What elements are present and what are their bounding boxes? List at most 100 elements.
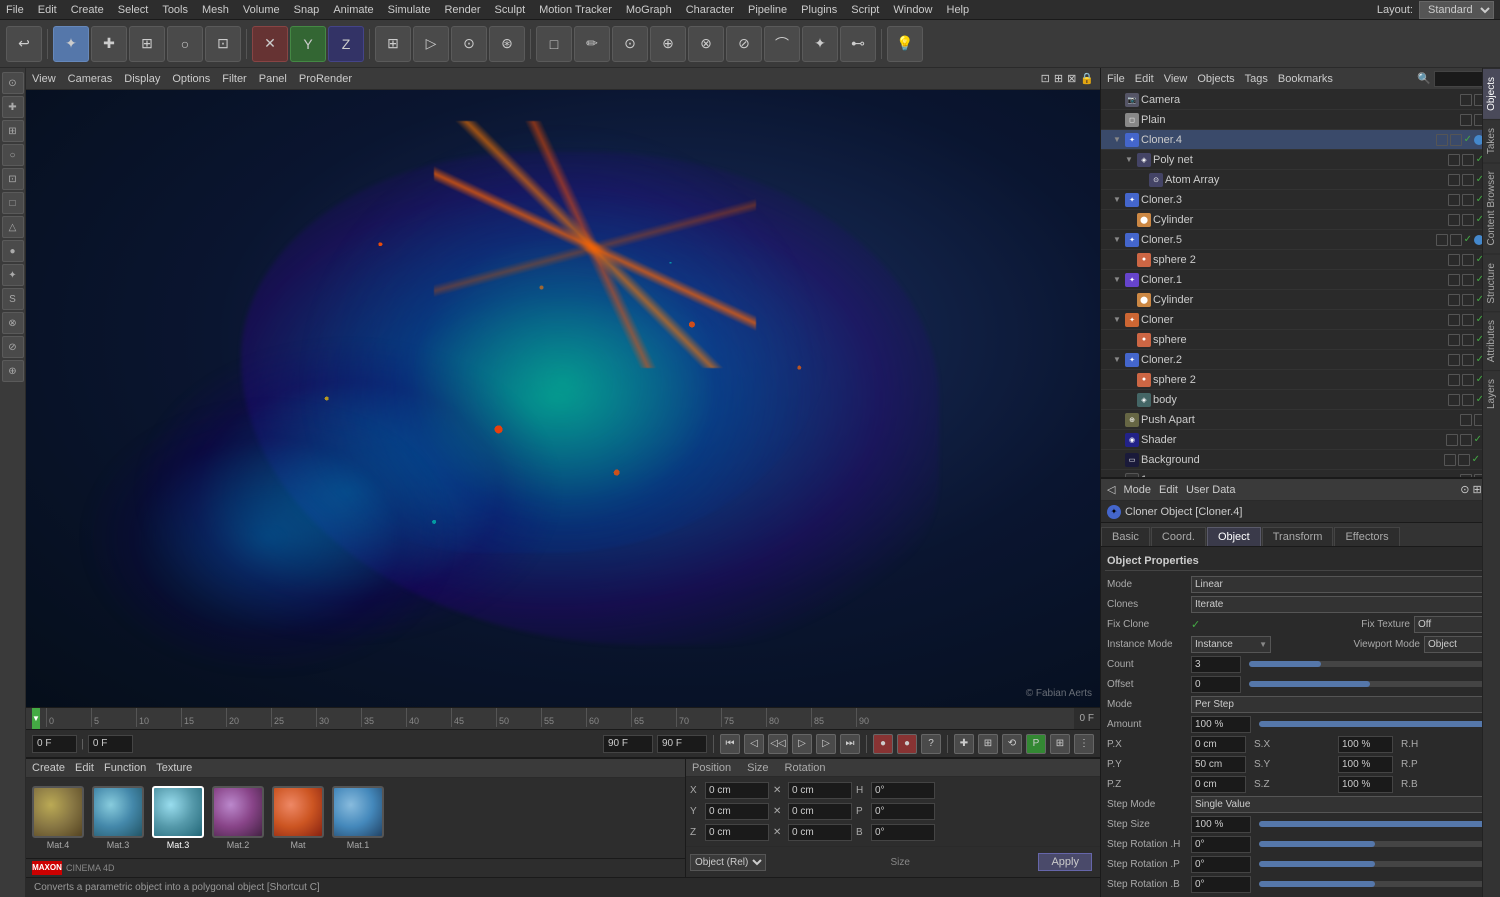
- props-menu-edit[interactable]: Edit: [1159, 484, 1178, 496]
- obj-arrow[interactable]: ▼: [1111, 195, 1123, 204]
- obj-row-sphere2a[interactable]: ● sphere 2 ✓: [1101, 250, 1500, 270]
- prop-steprotb-input[interactable]: [1191, 876, 1251, 893]
- size-y-input[interactable]: [788, 803, 852, 820]
- mat-menu-texture[interactable]: Texture: [156, 762, 192, 774]
- more-button[interactable]: ⋮: [1074, 734, 1094, 754]
- menu-create[interactable]: Create: [71, 4, 104, 16]
- right-tab-objects[interactable]: Objects: [1483, 68, 1500, 119]
- obj-row-cloner3[interactable]: ▼ ✦ Cloner.3 ✓: [1101, 190, 1500, 210]
- prop-stepmode-dropdown[interactable]: Single Value ▼: [1191, 796, 1494, 813]
- vp-lock-icon[interactable]: 🔒: [1080, 72, 1094, 85]
- om-menu-view[interactable]: View: [1164, 73, 1188, 85]
- spline-tool[interactable]: ⌒: [764, 26, 800, 62]
- vis-icon[interactable]: [1448, 174, 1460, 186]
- prop-px-input[interactable]: [1191, 736, 1246, 753]
- props-tab-transform[interactable]: Transform: [1262, 527, 1334, 546]
- sidebar-tool7[interactable]: ⊗: [2, 312, 24, 334]
- prop-instancemode-dropdown[interactable]: Instance ▼: [1191, 636, 1271, 653]
- render-view-button[interactable]: ⊞: [375, 26, 411, 62]
- menu-pipeline[interactable]: Pipeline: [748, 4, 787, 16]
- material-item-mat[interactable]: Mat: [272, 786, 324, 850]
- undo-button[interactable]: ↩: [6, 26, 42, 62]
- sidebar-tool8[interactable]: ⊘: [2, 336, 24, 358]
- om-menu-file[interactable]: File: [1107, 73, 1125, 85]
- om-menu-edit[interactable]: Edit: [1135, 73, 1154, 85]
- prop-steprotp-slider[interactable]: [1259, 861, 1490, 867]
- vis-icon[interactable]: [1448, 154, 1460, 166]
- current-frame-input[interactable]: [32, 735, 77, 753]
- vp-snap-icon[interactable]: ⊡: [1041, 72, 1050, 85]
- viewport-tab-filter[interactable]: Filter: [222, 73, 246, 85]
- viewport-tab-display[interactable]: Display: [124, 73, 160, 85]
- right-tab-attributes[interactable]: Attributes: [1483, 311, 1500, 370]
- menu-render[interactable]: Render: [444, 4, 480, 16]
- displace-tool[interactable]: ⊗: [688, 26, 724, 62]
- x-axis-button[interactable]: ✕: [252, 26, 288, 62]
- transform-x-input[interactable]: [705, 782, 769, 799]
- auto-key-button[interactable]: ?: [921, 734, 941, 754]
- om-menu-objects[interactable]: Objects: [1197, 73, 1234, 85]
- prop-pz-input[interactable]: [1191, 776, 1246, 793]
- prop-mode2-dropdown[interactable]: Per Step ▼: [1191, 696, 1494, 713]
- menu-window[interactable]: Window: [893, 4, 932, 16]
- right-tab-contentbrowser[interactable]: Content Browser: [1483, 162, 1500, 253]
- size-z-input[interactable]: [788, 824, 852, 841]
- prev-frame-button[interactable]: ◁: [744, 734, 764, 754]
- y-axis-button[interactable]: Y: [290, 26, 326, 62]
- menu-simulate[interactable]: Simulate: [388, 4, 431, 16]
- vis-icon[interactable]: [1448, 314, 1460, 326]
- obj-row-cloner4[interactable]: ▼ ✦ Cloner.4 ✓: [1101, 130, 1500, 150]
- prop-count-slider[interactable]: [1249, 661, 1490, 667]
- vp-layout-icon[interactable]: ⊞: [1054, 72, 1063, 85]
- layout-dropdown[interactable]: Standard: [1419, 1, 1494, 19]
- viewport-tab-options[interactable]: Options: [172, 73, 210, 85]
- prop-sy-input[interactable]: [1338, 756, 1393, 773]
- check-icon[interactable]: ✓: [1474, 434, 1482, 445]
- prop-fixclone-check[interactable]: ✓: [1191, 618, 1200, 631]
- right-tab-takes[interactable]: Takes: [1483, 119, 1500, 162]
- transform-tool-button[interactable]: ⊡: [205, 26, 241, 62]
- obj-row-cloner5[interactable]: ▼ ✦ Cloner.5 ✓: [1101, 230, 1500, 250]
- menu-motiontracker[interactable]: Motion Tracker: [539, 4, 612, 16]
- render-icon[interactable]: [1462, 254, 1474, 266]
- cube-tool[interactable]: □: [536, 26, 572, 62]
- om-menu-tags[interactable]: Tags: [1245, 73, 1268, 85]
- boolean-tool[interactable]: ⊘: [726, 26, 762, 62]
- size-x-input[interactable]: [788, 782, 852, 799]
- render-icon[interactable]: [1462, 274, 1474, 286]
- clone-tool[interactable]: ⊙: [612, 26, 648, 62]
- sidebar-tool1[interactable]: ⊡: [2, 168, 24, 190]
- om-menu-bookmarks[interactable]: Bookmarks: [1278, 73, 1333, 85]
- check-icon[interactable]: ✓: [1464, 134, 1472, 145]
- material-item-mat2[interactable]: Mat.2: [212, 786, 264, 850]
- rot-p-input[interactable]: [871, 803, 935, 820]
- prop-clones-dropdown[interactable]: Iterate ▼: [1191, 596, 1494, 613]
- obj-row-sphere2b[interactable]: ● sphere 2 ✓: [1101, 370, 1500, 390]
- render-icon[interactable]: [1462, 374, 1474, 386]
- vis-icon[interactable]: [1460, 414, 1472, 426]
- frame-end-input[interactable]: [603, 735, 653, 753]
- rot-b-input[interactable]: [871, 824, 935, 841]
- viewport-tab-prorender[interactable]: ProRender: [299, 73, 352, 85]
- vis-icon[interactable]: [1460, 114, 1472, 126]
- sidebar-tool5[interactable]: ✦: [2, 264, 24, 286]
- menu-tools[interactable]: Tools: [162, 4, 188, 16]
- prop-stepsize-slider[interactable]: [1259, 821, 1490, 827]
- vis-icon[interactable]: [1436, 134, 1448, 146]
- render-to-po-button[interactable]: ⊙: [451, 26, 487, 62]
- grid-button[interactable]: ⊞: [1050, 734, 1070, 754]
- vp-fullscreen-icon[interactable]: ⊠: [1067, 72, 1076, 85]
- prop-steproth-input[interactable]: [1191, 836, 1251, 853]
- mat-menu-edit[interactable]: Edit: [75, 762, 94, 774]
- render-icon[interactable]: [1462, 294, 1474, 306]
- transform-y-input[interactable]: [705, 803, 769, 820]
- menu-snap[interactable]: Snap: [294, 4, 320, 16]
- obj-row-camera[interactable]: 📷 Camera ✓: [1101, 90, 1500, 110]
- obj-arrow[interactable]: ▼: [1123, 155, 1135, 164]
- menu-mesh[interactable]: Mesh: [202, 4, 229, 16]
- film-button[interactable]: ⊞: [978, 734, 998, 754]
- sidebar-tool6[interactable]: S: [2, 288, 24, 310]
- render-icon[interactable]: [1450, 234, 1462, 246]
- props-tab-object[interactable]: Object: [1207, 527, 1261, 546]
- obj-arrow[interactable]: ▼: [1111, 235, 1123, 244]
